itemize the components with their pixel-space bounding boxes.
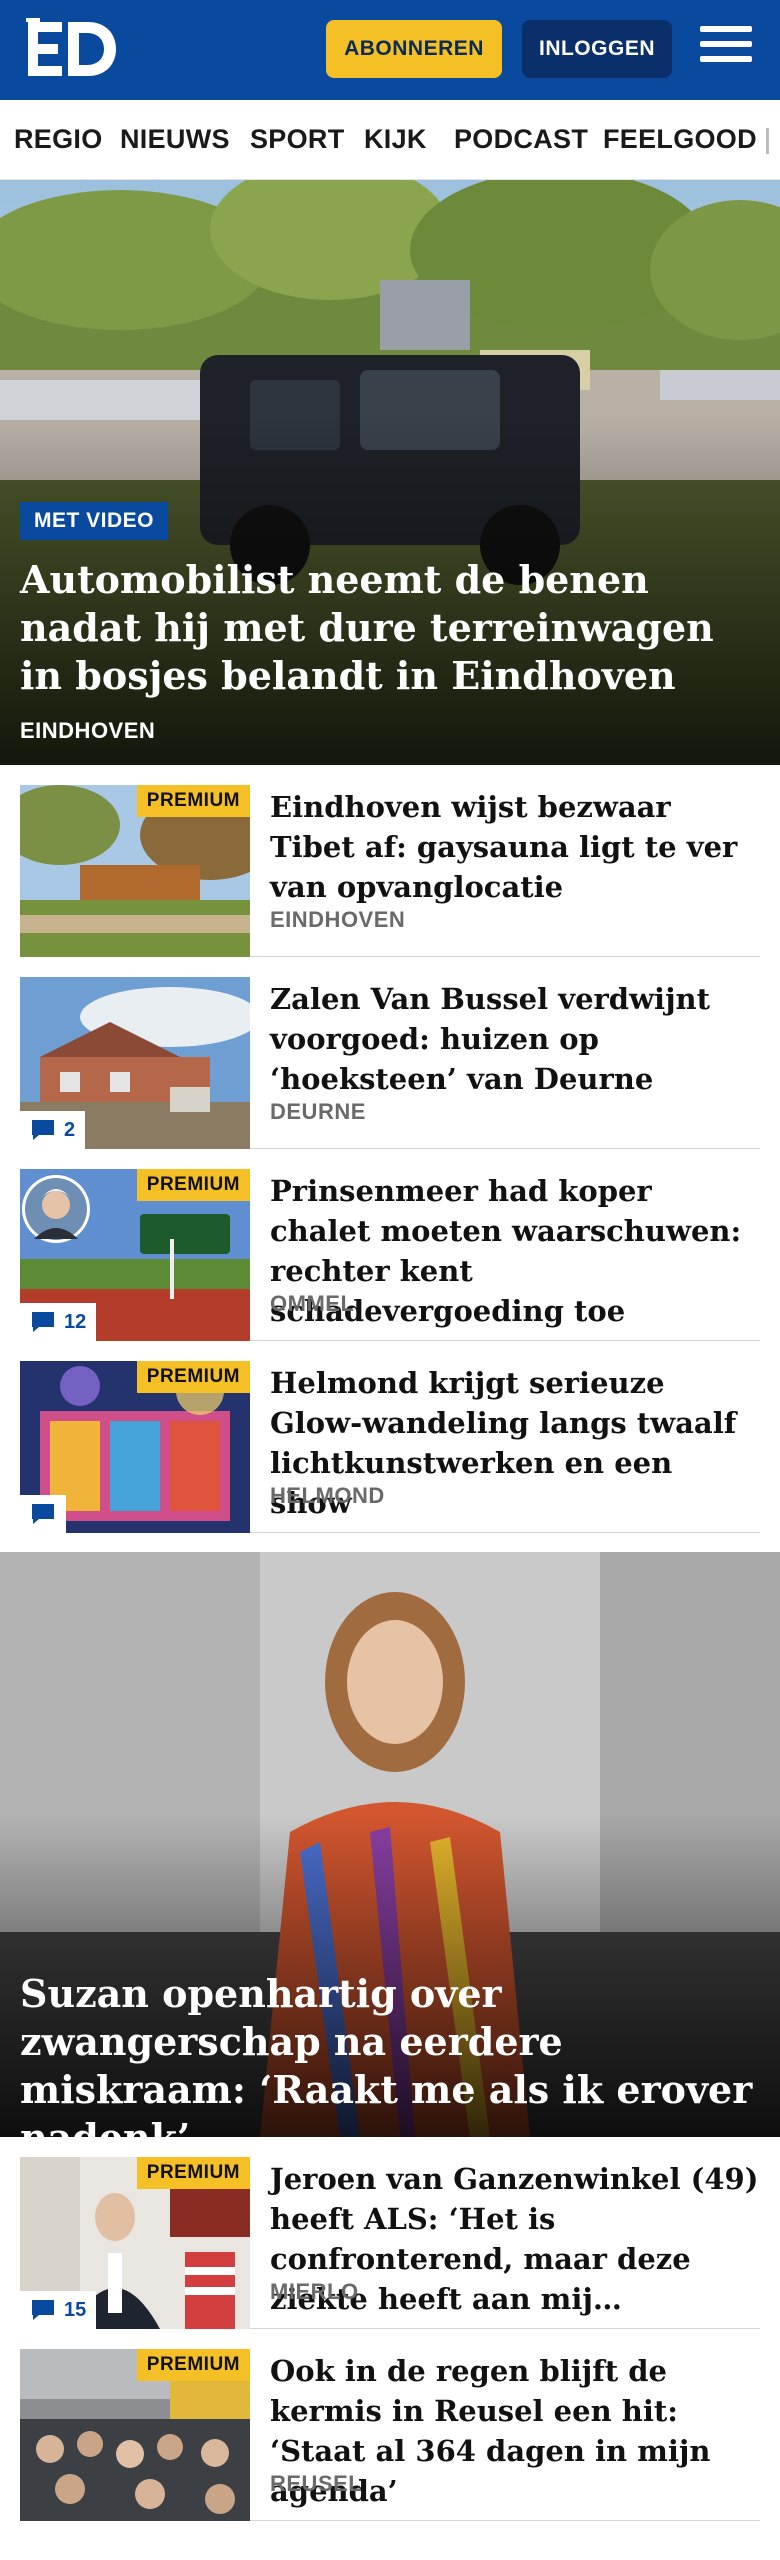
premium-badge: PREMIUM xyxy=(136,2349,250,2381)
comments-count[interactable]: 12 xyxy=(20,1303,97,1341)
comment-icon xyxy=(32,1312,54,1332)
ed-logo-mark xyxy=(26,18,116,76)
hero-headline[interactable]: Automobilist neemt de benen nadat hij me… xyxy=(20,556,760,700)
section-nav: REGIO NIEUWS SPORT KIJK PODCAST FEELGOOD xyxy=(0,100,780,180)
login-button[interactable]: INLOGGEN xyxy=(522,20,672,78)
article-item[interactable]: PREMIUM 12 Prinsenmeer had koper chalet … xyxy=(20,1149,760,1341)
article-location: DEURNE xyxy=(270,1099,366,1124)
article-thumbnail: PREMIUM 15 xyxy=(20,2157,250,2329)
subscribe-button[interactable]: ABONNEREN xyxy=(326,20,502,78)
premium-badge: PREMIUM xyxy=(136,785,250,817)
article-thumbnail: PREMIUM xyxy=(20,2349,250,2521)
comments-count[interactable]: 2 xyxy=(20,1111,86,1149)
article-location: REUSEL xyxy=(270,2471,363,2496)
article-thumbnail: PREMIUM xyxy=(20,1361,250,1533)
article-thumbnail: PREMIUM xyxy=(20,785,250,957)
premium-badge: PREMIUM xyxy=(136,1361,250,1393)
article-thumbnail: PREMIUM 12 xyxy=(20,1169,250,1341)
nav-item-regio[interactable]: REGIO xyxy=(14,124,103,155)
nav-item-feelgood[interactable]: FEELGOOD xyxy=(603,124,757,155)
article-location: HELMOND xyxy=(270,1483,385,1508)
nav-item-kijk[interactable]: KIJK xyxy=(364,124,427,155)
ed-logo[interactable] xyxy=(26,18,118,80)
article-item[interactable]: PREMIUM Ook in de regen blijft de kermis… xyxy=(20,2329,760,2521)
article-item[interactable]: 2 Zalen Van Bussel verdwijnt voorgoed: h… xyxy=(20,957,760,1149)
article-headline[interactable]: Zalen Van Bussel verdwijnt voorgoed: hui… xyxy=(270,979,760,1099)
hero-article[interactable]: MET VIDEO Automobilist neemt de benen na… xyxy=(0,180,780,765)
article-item[interactable]: PREMIUM Eindhoven wijst bezwaar Tibet af… xyxy=(20,765,760,957)
comments-count[interactable]: 15 xyxy=(20,2291,97,2329)
nav-item-sport[interactable]: SPORT xyxy=(250,124,345,155)
comments-count[interactable] xyxy=(20,1495,66,1533)
article-location: MIERLO xyxy=(270,2279,359,2304)
comments-number: 15 xyxy=(64,2298,87,2321)
comment-icon xyxy=(32,1504,54,1524)
hero-2-headline[interactable]: Suzan openhartig over zwangerschap na ee… xyxy=(20,1970,760,2137)
comments-number: 12 xyxy=(64,1310,87,1333)
comment-icon xyxy=(32,2300,54,2320)
comment-icon xyxy=(32,1120,54,1140)
site-header: ABONNEREN INLOGGEN xyxy=(0,0,780,100)
nav-scroll-indicator xyxy=(766,128,769,154)
nav-item-nieuws[interactable]: NIEUWS xyxy=(120,124,230,155)
premium-badge: PREMIUM xyxy=(136,2157,250,2189)
premium-badge: PREMIUM xyxy=(136,1169,250,1201)
hero-location: EINDHOVEN xyxy=(20,718,156,743)
video-badge: MET VIDEO xyxy=(20,502,169,540)
hamburger-menu-icon[interactable] xyxy=(700,26,752,72)
article-location: EINDHOVEN xyxy=(270,907,406,932)
article-headline[interactable]: Eindhoven wijst bezwaar Tibet af: gaysau… xyxy=(270,787,760,907)
article-item[interactable]: PREMIUM Helmond krijgt serieuze Glow-wan… xyxy=(20,1341,760,1533)
comments-number: 2 xyxy=(64,1118,76,1141)
article-location: OMMEL xyxy=(270,1291,355,1316)
article-thumbnail: 2 xyxy=(20,977,250,1149)
article-item[interactable]: PREMIUM 15 Jeroen van Ganzenwinkel (49) … xyxy=(20,2137,760,2329)
hero-article-2[interactable]: Suzan openhartig over zwangerschap na ee… xyxy=(0,1552,780,2137)
nav-item-podcast[interactable]: PODCAST xyxy=(454,124,588,155)
